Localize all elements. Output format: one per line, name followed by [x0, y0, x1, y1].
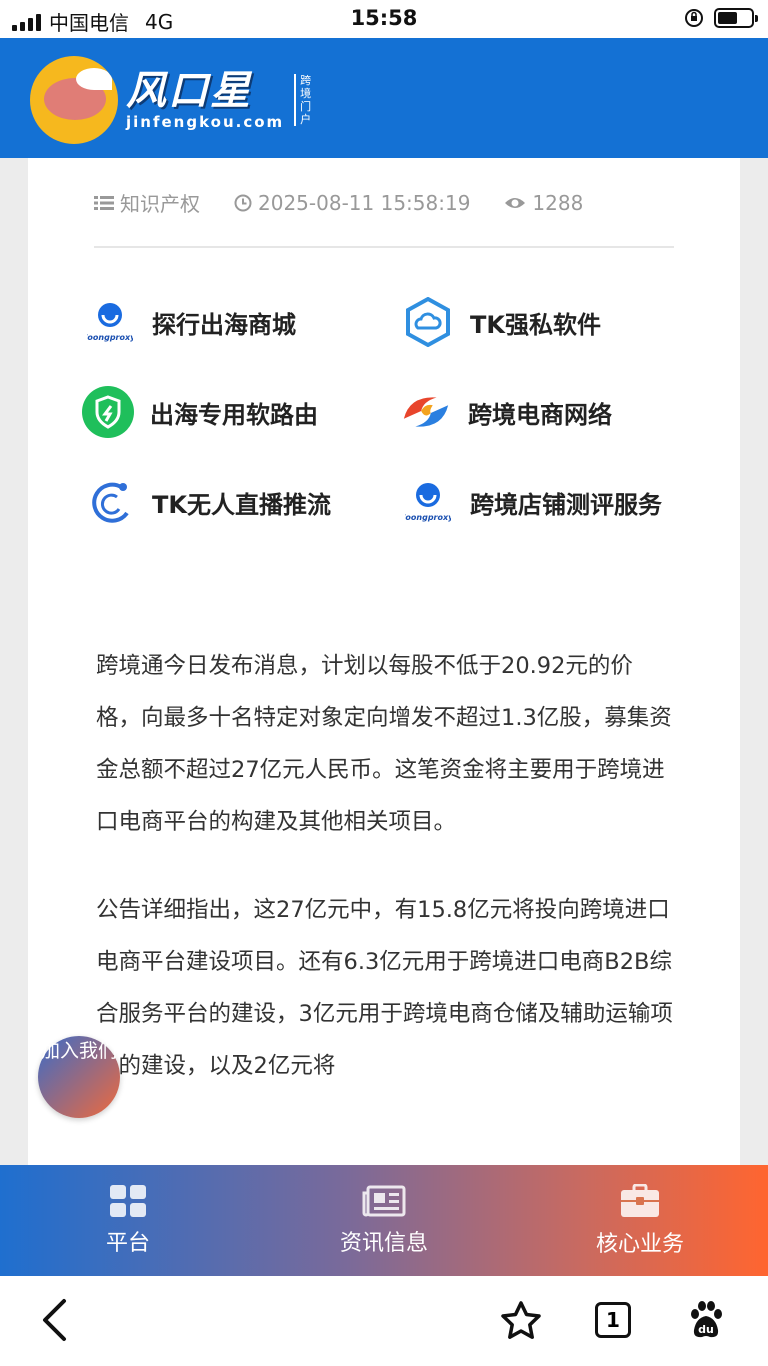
logo-domain: jinfengkou.com: [126, 113, 285, 131]
meta-category[interactable]: 知识产权: [94, 188, 200, 217]
baidu-paw-icon[interactable]: du: [686, 1300, 726, 1344]
logo-title: 风口星: [126, 68, 252, 114]
tab-label: 资讯信息: [339, 1230, 428, 1256]
bottom-tab-bar: 平台 资讯信息 核心业务: [0, 1165, 768, 1276]
join-us-button[interactable]: 加入我们: [38, 1036, 120, 1118]
svg-text:loongproxy: loongproxy: [405, 513, 451, 522]
newspaper-icon: [362, 1185, 406, 1216]
svg-text:du: du: [698, 1323, 714, 1336]
tab-label: 平台: [105, 1230, 150, 1256]
promo-item[interactable]: 出海专用软路由: [82, 386, 318, 438]
article-paragraph: 公告详细指出，这27亿元中，有15.8亿元将投向跨境进口电商平台建设项目。还有6…: [96, 897, 673, 1079]
promo-label: 出海专用软路由: [150, 400, 318, 429]
promo-item[interactable]: 跨境电商网络: [400, 386, 612, 438]
tab-news[interactable]: 资讯信息: [256, 1165, 512, 1276]
briefcase-icon: [621, 1183, 659, 1217]
meta-divider: [94, 246, 674, 248]
orientation-lock-icon: [685, 9, 703, 27]
flying-pig-logo-icon: [30, 56, 118, 144]
grid-icon: [110, 1184, 146, 1217]
tab-core-business[interactable]: 核心业务: [512, 1165, 768, 1276]
swirl-logo-icon: [400, 386, 452, 438]
promo-item[interactable]: TK无人直播推流: [84, 476, 331, 528]
meta-datetime: 2025-08-11 15:58:19: [234, 191, 470, 215]
article-meta: 知识产权 2025-08-11 15:58:19 1288: [94, 188, 583, 217]
eye-icon: [505, 197, 526, 208]
loongproxy-logo-icon: loongproxy: [402, 476, 454, 528]
promo-label: 跨境店铺测评服务: [470, 490, 662, 519]
bookmark-star-icon[interactable]: [500, 1300, 542, 1344]
article-body: 跨境通今日发布消息，计划以每股不低于20.92元的价格，向最多十名特定对象定向增…: [96, 640, 676, 1128]
promo-label: 跨境电商网络: [468, 400, 612, 429]
meta-views: 1288: [504, 191, 583, 215]
back-icon[interactable]: [40, 1298, 68, 1346]
promo-item[interactable]: loongproxy 跨境店铺测评服务: [402, 476, 662, 528]
tab-label: 核心业务: [595, 1231, 684, 1257]
crescent-logo-icon: [84, 476, 136, 528]
site-header: 风口星 jinfengkou.com 跨境门户: [0, 38, 768, 158]
svg-text:loongproxy: loongproxy: [87, 333, 133, 342]
battery-icon: [714, 8, 758, 28]
status-right: [684, 8, 758, 28]
list-icon: [94, 195, 114, 210]
promo-item[interactable]: loongproxy 探行出海商城: [84, 296, 296, 348]
article-card: 知识产权 2025-08-11 15:58:19 1288 loongproxy…: [28, 158, 740, 1166]
article-paragraph: 跨境通今日发布消息，计划以每股不低于20.92元的价格，向最多十名特定对象定向增…: [96, 653, 672, 835]
promo-label: TK无人直播推流: [152, 490, 331, 519]
browser-toolbar: 1 du: [0, 1276, 768, 1366]
cloud-hexagon-icon: [402, 296, 454, 348]
promo-label: 探行出海商城: [152, 310, 296, 339]
promo-label: TK强私软件: [470, 310, 601, 339]
loongproxy-logo-icon: loongproxy: [84, 296, 136, 348]
clock-icon: [234, 194, 252, 211]
status-bar: 中国电信 4G 15:58: [0, 0, 768, 38]
clock: 15:58: [350, 6, 418, 30]
green-shield-icon: [82, 386, 134, 438]
logo-tagline: 跨境门户: [294, 74, 312, 126]
tab-platform[interactable]: 平台: [0, 1165, 256, 1276]
tab-switcher-button[interactable]: 1: [595, 1302, 631, 1338]
promo-item[interactable]: TK强私软件: [402, 296, 601, 348]
tab-count: 1: [595, 1302, 631, 1338]
site-logo[interactable]: 风口星 jinfengkou.com 跨境门户: [30, 56, 312, 144]
